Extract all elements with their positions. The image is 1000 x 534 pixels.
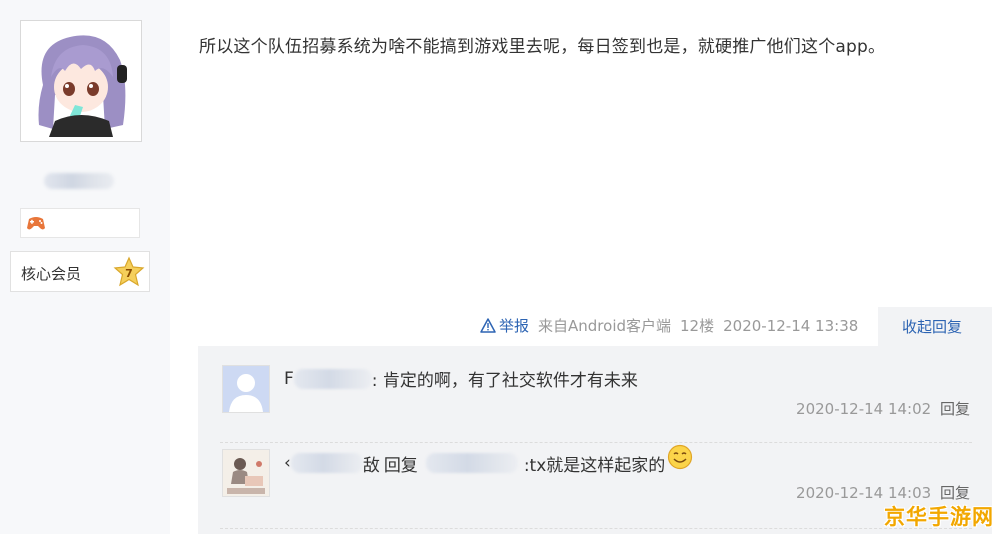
post-source: 来自Android客户端 [538,317,672,335]
reply-author-blurred[interactable] [290,453,363,473]
author-avatar[interactable] [20,20,142,142]
reply-button[interactable]: 回复 [940,400,970,418]
sketch-user-avatar-icon [223,450,269,496]
member-level-box[interactable]: 核心会员 7 [10,251,150,292]
reply-footer: 2020-12-14 14:03 回复 [796,482,970,503]
warning-triangle-icon [480,318,496,333]
reply-text: :tx就是这样起家的 [523,455,666,476]
reply-avatar[interactable] [222,449,270,497]
reply-text: : 肯定的啊，有了社交软件才有未来 [371,371,638,391]
reply-to-word: 回复 [383,455,418,476]
reply-avatar[interactable] [222,365,270,413]
reply-line: F : 肯定的啊，有了社交软件才有未来 [284,366,638,391]
post-time: 2020-12-14 13:38 [723,316,859,335]
level-star-icon: 7 [113,256,145,287]
post-floor: 12楼 [680,317,715,335]
reply-footer: 2020-12-14 14:02 回复 [796,398,970,419]
gamepad-badge-icon [27,217,45,230]
default-user-avatar-icon [223,366,269,412]
report-label: 举报 [499,317,530,335]
reply-item: F : 肯定的啊，有了社交软件才有未来 2020-12-14 14:02 回复 [220,365,972,443]
author-username-blurred[interactable] [44,173,114,189]
reply-author-prefix[interactable]: F [284,369,294,389]
site-watermark: 京华手游网 [884,505,994,529]
reply-author-prefix[interactable]: ‹ [284,453,291,473]
fold-replies-button[interactable]: 收起回复 [902,316,962,337]
reply-author-blurred[interactable] [293,368,372,389]
reply-item: ‹ 敌 回复 :tx就是这样起家的 2020-12-14 14:03 回复 [220,444,972,529]
reply-time: 2020-12-14 14:02 [796,400,932,418]
fold-replies-tab: 收起回复 [878,307,992,347]
author-column: 核心会员 7 [0,0,170,534]
reply-list: F : 肯定的啊，有了社交软件才有未来 2020-12-14 14:02 回复 … [198,346,992,534]
reply-target-blurred[interactable] [425,453,518,473]
author-badge-box [20,208,140,238]
member-level-label: 核心会员 [21,265,82,283]
smile-emoji-icon [668,444,693,470]
report-button[interactable]: 举报 [480,315,529,336]
post-content: 所以这个队伍招募系统为啥不能搞到游戏里去呢，每日签到也是，就硬推广他们这个app… [199,37,886,57]
anime-avatar-image [25,25,137,137]
reply-time: 2020-12-14 14:03 [796,484,932,502]
post-meta-bar: 举报 来自Android客户端 12楼 2020-12-14 13:38 [480,315,858,336]
level-number: 7 [125,267,133,280]
reply-button[interactable]: 回复 [940,484,970,502]
reply-author-tail[interactable]: 敌 [363,451,380,476]
reply-line: ‹ 敌 回复 :tx就是这样起家的 [284,444,693,476]
